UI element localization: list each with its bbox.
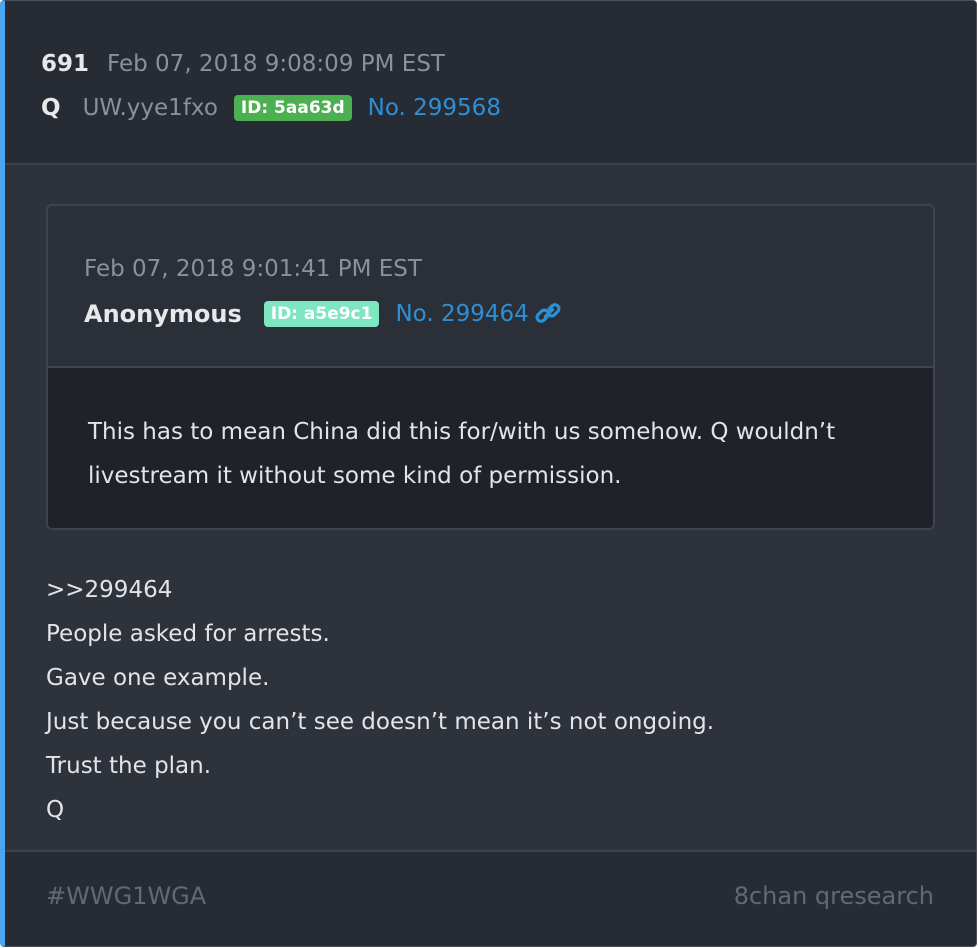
source-label: 8chan qresearch — [733, 882, 934, 910]
post-number: 691 — [41, 51, 90, 77]
post-body-line: Q — [46, 797, 65, 823]
quoted-post-header: Feb 07, 2018 9:01:41 PM EST Anonymous ID… — [48, 206, 933, 368]
post-footer: #WWG1WGA 8chan qresearch — [5, 850, 976, 946]
post-author: Q — [41, 95, 61, 121]
post-number-link[interactable]: No. 299568 — [368, 95, 501, 121]
post-body-line[interactable]: >>299464 — [46, 568, 926, 612]
quoted-id-badge: ID: a5e9c1 — [263, 301, 380, 327]
quoted-timestamp: Feb 07, 2018 9:01:41 PM EST — [84, 256, 422, 282]
quoted-post-number-link[interactable]: No. 299464 — [395, 301, 528, 327]
post-body-line: People asked for arrests. — [46, 621, 330, 647]
hashtag: #WWG1WGA — [46, 882, 207, 910]
post-body-line: Trust the plan. — [46, 753, 212, 779]
post-timestamp: Feb 07, 2018 9:08:09 PM EST — [107, 51, 445, 77]
post-body-line: Just because you can’t see doesn’t mean … — [46, 709, 715, 735]
post-body: >>299464 People asked for arrests. Gave … — [46, 568, 926, 832]
post-card: 691 Feb 07, 2018 9:08:09 PM EST Q UW.yye… — [0, 0, 977, 947]
post-meta-line: 691 Feb 07, 2018 9:08:09 PM EST — [41, 47, 445, 81]
quoted-author-line: Anonymous ID: a5e9c1 No. 299464 — [84, 296, 563, 332]
quoted-text: This has to mean China did this for/with… — [88, 419, 836, 489]
post-tripcode: UW.yye1fxo — [82, 95, 218, 121]
post-header: 691 Feb 07, 2018 9:08:09 PM EST Q UW.yye… — [5, 1, 976, 165]
quoted-post-body: This has to mean China did this for/with… — [48, 368, 933, 528]
quoted-meta-line: Feb 07, 2018 9:01:41 PM EST — [84, 252, 422, 286]
post-body-line: Gave one example. — [46, 665, 270, 691]
post-id-badge: ID: 5aa63d — [233, 95, 352, 121]
quoted-author: Anonymous — [84, 300, 242, 328]
post-author-line: Q UW.yye1fxo ID: 5aa63d No. 299568 — [41, 91, 501, 125]
link-icon[interactable] — [535, 301, 563, 327]
quoted-post: Feb 07, 2018 9:01:41 PM EST Anonymous ID… — [46, 204, 935, 530]
